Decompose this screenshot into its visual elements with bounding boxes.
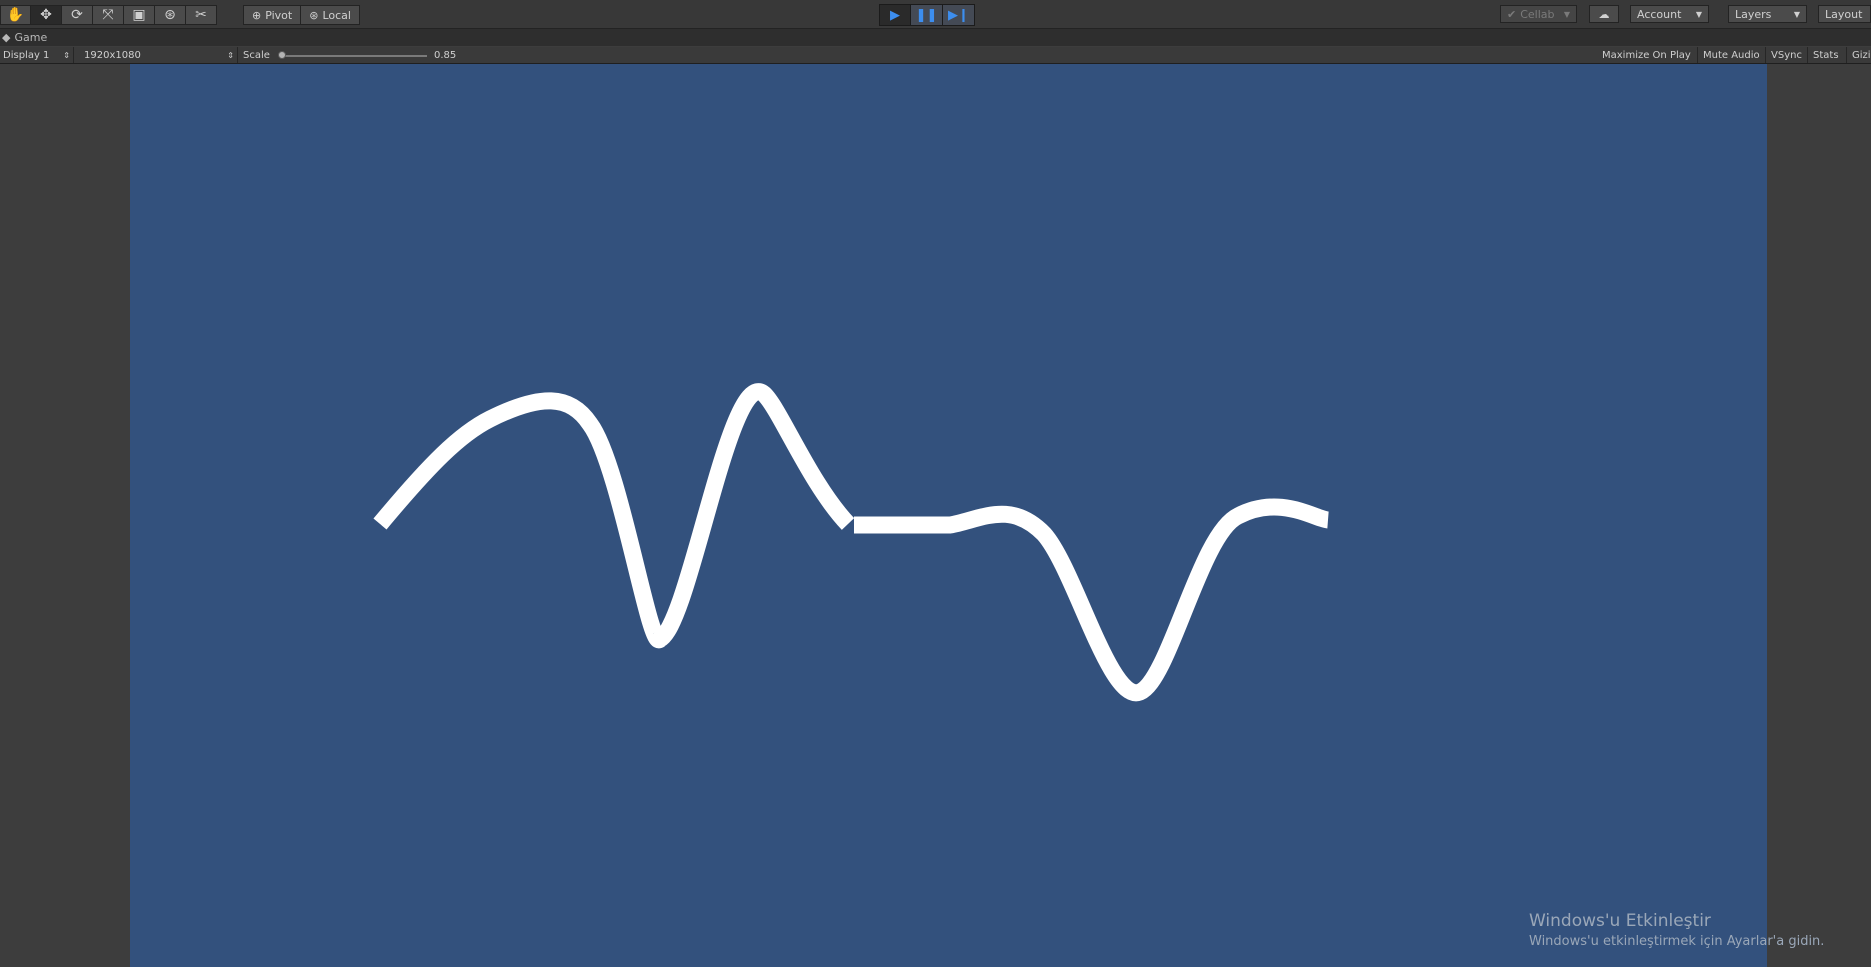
account-label: Account [1637,7,1682,21]
move-icon: ✥ [40,7,52,23]
chevron-down-icon: ▼ [1695,9,1702,19]
play-icon: ▶ [890,7,900,23]
layout-label: Layout [1825,7,1863,21]
stats-toggle[interactable]: Stats [1810,47,1847,63]
watermark-subtitle: Windows'u etkinleştirmek için Ayarlar'a … [1529,934,1825,949]
scale-icon: ⤧ [102,7,114,23]
scale-tool-button[interactable]: ⤧ [93,5,124,25]
hand-icon: ✋ [6,7,25,23]
scale-slider-thumb[interactable] [278,51,286,59]
chevron-updown-icon: ⇕ [63,50,70,60]
mute-label: Mute Audio [1703,49,1760,61]
chevron-down-icon: ▼ [1793,9,1800,19]
tab-game-label: Game [14,31,48,44]
display-dropdown[interactable]: Display 1 ⇕ [0,47,74,63]
resolution-label: 1920x1080 [84,49,141,61]
vsync-label: VSync [1771,49,1802,61]
rendered-line-segment-2 [854,498,1330,701]
rotate-tool-button[interactable]: ⟳ [62,5,93,25]
transform-icon: ⊛ [164,7,176,23]
transform-tools: ✋ ✥ ⟳ ⤧ ▣ ⊛ ✂ [0,5,217,25]
move-tool-button[interactable]: ✥ [31,5,62,25]
custom-tool-button[interactable]: ✂ [186,5,217,25]
rotate-icon: ⟳ [71,7,83,23]
game-viewport[interactable] [130,64,1767,967]
pivot-toggle-group: ⊕ Pivot ⊛ Local [243,5,360,25]
play-button[interactable]: ▶ [879,4,911,26]
resolution-dropdown[interactable]: 1920x1080 ⇕ [78,47,238,63]
layers-label: Layers [1735,7,1772,21]
layout-dropdown[interactable]: Layout [1818,5,1871,23]
pivot-label: Pivot [265,8,293,22]
cloud-button[interactable]: ☁ [1589,5,1619,23]
gizmos-toggle[interactable]: Gizi [1849,47,1871,63]
windows-activation-watermark: Windows'u Etkinleştir Windows'u etkinleş… [1529,911,1824,949]
step-button[interactable]: ▶❙ [943,4,975,26]
scale-slider-track[interactable] [282,55,427,57]
hand-tool-button[interactable]: ✋ [0,5,31,25]
pause-button[interactable]: ❚❚ [911,4,943,26]
game-controller-icon: ◆ [2,31,11,44]
scale-value-text: 0.85 [434,49,457,61]
main-toolbar: ✋ ✥ ⟳ ⤧ ▣ ⊛ ✂ ⊕ Pivot ⊛ Local ▶ ❚❚ ▶❙ ✔ … [0,0,1871,29]
cellab-button[interactable]: ✔ Cellab ▼ [1500,5,1577,23]
local-label: Local [322,8,351,22]
custom-tool-icon: ✂ [195,7,207,23]
maximize-on-play-toggle[interactable]: Maximize On Play [1599,47,1698,63]
rendered-line-segment-1 [373,383,855,649]
check-icon: ✔ [1507,7,1517,21]
gizmos-label: Gizi [1852,49,1871,61]
pivot-button[interactable]: ⊕ Pivot [243,5,302,25]
cellab-label: Cellab [1520,7,1555,21]
rendered-line-canvas [373,383,1330,701]
rect-tool-button[interactable]: ▣ [124,5,155,25]
chevron-down-icon: ▼ [1563,9,1570,19]
maximize-label: Maximize On Play [1602,49,1691,61]
game-view-toolbar: Display 1 ⇕ 1920x1080 ⇕ Scale 0.85 Maxim… [0,47,1871,64]
stats-label: Stats [1813,49,1839,61]
watermark-title: Windows'u Etkinleştir [1529,911,1711,931]
scale-label: Scale [243,49,270,61]
play-controls: ▶ ❚❚ ▶❙ [879,4,975,26]
vsync-toggle[interactable]: VSync [1768,47,1808,63]
display-label: Display 1 [3,49,50,61]
chevron-updown-icon: ⇕ [227,50,234,60]
cloud-icon: ☁ [1598,7,1610,21]
rect-icon: ▣ [132,7,146,23]
local-button[interactable]: ⊛ Local [301,5,360,25]
account-dropdown[interactable]: Account ▼ [1630,5,1709,23]
mute-audio-toggle[interactable]: Mute Audio [1700,47,1766,63]
pause-icon: ❚❚ [915,7,938,23]
scale-value: 0.85 [431,47,465,63]
pivot-icon: ⊕ [252,8,262,22]
game-tab-row: ◆ Game [0,29,1871,46]
layers-dropdown[interactable]: Layers ▼ [1728,5,1807,23]
local-icon: ⊛ [309,8,319,22]
tab-game[interactable]: ◆ Game [2,31,47,44]
step-icon: ▶❙ [948,7,969,23]
transform-tool-button[interactable]: ⊛ [155,5,186,25]
